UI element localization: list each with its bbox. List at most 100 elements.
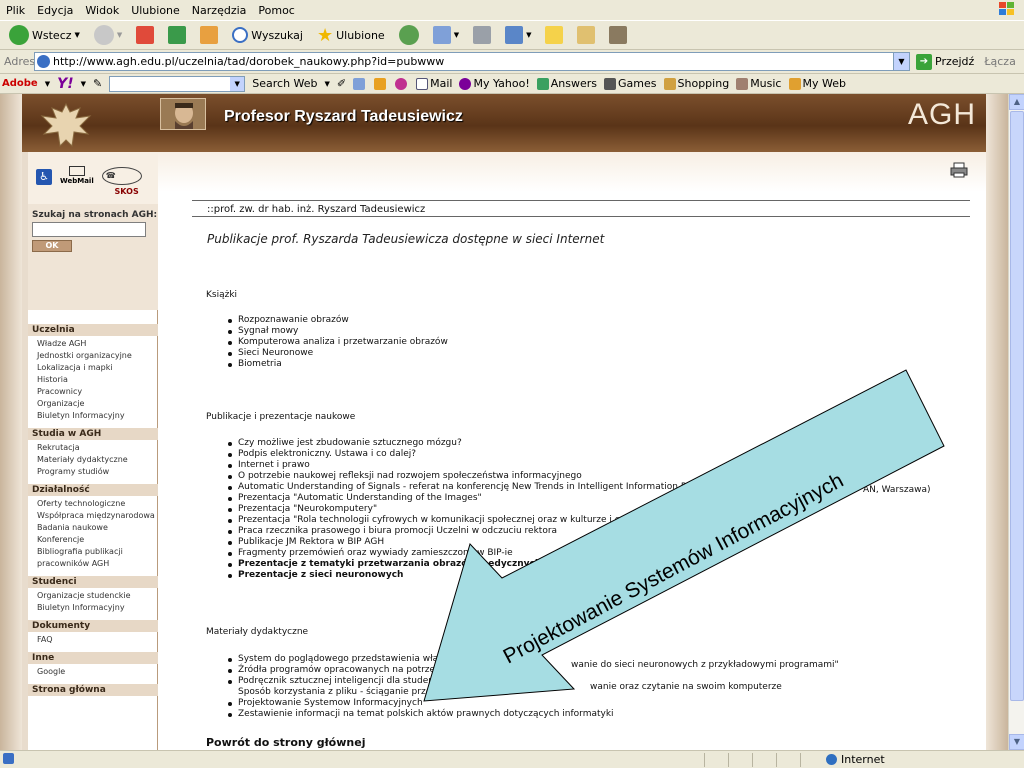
sidebar-item[interactable]: Współpraca międzynarodowa: [37, 510, 155, 522]
sidebar-item[interactable]: Materiały dydaktyczne: [37, 454, 128, 466]
search-web-button[interactable]: Search Web: [252, 77, 317, 90]
agh-logo[interactable]: AGH: [908, 98, 976, 132]
sidebar-section-heading[interactable]: Studia w AGH: [28, 428, 158, 440]
list-item[interactable]: Podręcznik sztucznej inteligencji dla st…: [228, 676, 614, 687]
list-item[interactable]: Prezentacje z sieci neuronowych: [228, 570, 706, 581]
scroll-thumb[interactable]: [1010, 111, 1024, 701]
yahoo-search-input[interactable]: ▼: [109, 75, 246, 92]
sidebar-item[interactable]: Konferencje: [37, 534, 84, 546]
list-item[interactable]: Internet i prawo: [228, 460, 706, 471]
sidebar-section-heading[interactable]: Dokumenty: [28, 620, 158, 632]
sidebar-section-heading[interactable]: Inne: [28, 652, 158, 664]
stop-button[interactable]: [133, 23, 157, 47]
eagle-emblem-icon[interactable]: [34, 100, 98, 152]
menu-pomoc[interactable]: Pomoc: [258, 4, 294, 17]
back-button[interactable]: Wstecz ▼: [6, 23, 83, 47]
vertical-scrollbar[interactable]: ▲ ▼: [1008, 94, 1024, 750]
list-item[interactable]: Projektowanie Systemow Informacyjnych: [228, 698, 614, 709]
my-web-button[interactable]: My Web: [788, 77, 846, 90]
shopping-button[interactable]: Shopping: [663, 77, 729, 90]
list-item[interactable]: O potrzebie naukowej refleksji nad rozwo…: [228, 471, 706, 482]
sidebar-item[interactable]: Władze AGH: [37, 338, 86, 350]
list-item[interactable]: Prezentacja "Rola technologii cyfrowych …: [228, 515, 706, 526]
sidebar-section-heading[interactable]: Studenci: [28, 576, 158, 588]
chevron-down-icon[interactable]: ▼: [81, 80, 86, 88]
list-item[interactable]: Prezentacja "Neurokomputery": [228, 504, 706, 515]
sidebar-section-heading[interactable]: Uczelnia: [28, 324, 158, 336]
chevron-down-icon[interactable]: ▼: [45, 80, 50, 88]
sidebar-section-heading[interactable]: Działalność: [28, 484, 158, 496]
go-button[interactable]: ➔ Przejdź: [916, 53, 974, 70]
home-button[interactable]: [197, 23, 221, 47]
list-item[interactable]: Czy możliwe jest zbudowanie sztucznego m…: [228, 438, 706, 449]
chevron-down-icon[interactable]: ▼: [893, 53, 909, 70]
print-button[interactable]: [470, 23, 494, 47]
sidebar-item[interactable]: Google: [37, 666, 65, 678]
sidebar-item[interactable]: Organizacje studenckie: [37, 590, 131, 602]
list-item[interactable]: Sygnał mowy: [228, 326, 448, 337]
pencil-icon[interactable]: ✎: [93, 77, 102, 90]
sidebar-item[interactable]: Oferty technologiczne: [37, 498, 125, 510]
list-item[interactable]: Komputerowa analiza i przetwarzanie obra…: [228, 337, 448, 348]
sidebar-item[interactable]: FAQ: [37, 634, 53, 646]
list-item[interactable]: Sieci Neuronowe: [228, 348, 448, 359]
list-item[interactable]: Prezentacja "Automatic Understanding of …: [228, 493, 706, 504]
menu-narzedzia[interactable]: Narzędzia: [192, 4, 247, 17]
mail-button[interactable]: ▼: [430, 23, 462, 47]
sidebar-item[interactable]: Jednostki organizacyjne: [37, 350, 132, 362]
list-item[interactable]: Publikacje JM Rektora w BIP AGH: [228, 537, 706, 548]
sidebar-item[interactable]: Badania naukowe: [37, 522, 108, 534]
answers-button[interactable]: Answers: [536, 77, 597, 90]
search-ok-button[interactable]: OK: [32, 240, 72, 252]
links-toolbar[interactable]: Łącza: [984, 55, 1016, 68]
edit-button[interactable]: ▼: [502, 23, 534, 47]
messenger-button[interactable]: [606, 23, 630, 47]
sidebar-item[interactable]: Biuletyn Informacyjny: [37, 410, 125, 422]
menu-edycja[interactable]: Edycja: [37, 4, 73, 17]
highlight-icon[interactable]: ✐: [337, 77, 346, 90]
sidebar-item[interactable]: Organizacje: [37, 398, 84, 410]
list-item[interactable]: Źródła programów opracowanych na potrzeb…: [228, 665, 614, 676]
forward-button[interactable]: ▼: [91, 23, 125, 47]
list-item[interactable]: Sposób korzystania z pliku - ściąganie p…: [228, 687, 614, 698]
discuss-button[interactable]: [542, 23, 566, 47]
yahoo-logo[interactable]: Y!: [57, 76, 74, 92]
search-button[interactable]: Wyszukaj: [229, 23, 306, 47]
list-item[interactable]: Biometria: [228, 359, 448, 370]
games-button[interactable]: Games: [604, 77, 657, 90]
list-item[interactable]: System do poglądowego przedstawienia wła…: [228, 654, 614, 665]
address-input[interactable]: http://www.agh.edu.pl/uczelnia/tad/dorob…: [34, 52, 910, 71]
list-item[interactable]: Fragmenty przemówień oraz wywiady zamies…: [228, 548, 706, 559]
menu-plik[interactable]: Plik: [6, 4, 25, 17]
chevron-down-icon[interactable]: ▼: [325, 80, 330, 88]
refresh-button[interactable]: [165, 23, 189, 47]
favorites-button[interactable]: ★ Ulubione: [314, 23, 388, 47]
webmail-link[interactable]: WebMail: [60, 166, 94, 185]
chevron-down-icon[interactable]: ▼: [230, 76, 245, 91]
sidebar-item[interactable]: Bibliografia publikacji: [37, 546, 123, 558]
sidebar-item[interactable]: Lokalizacja i mapki: [37, 362, 113, 374]
list-item[interactable]: Prezentacje z tematyki przetwarzania obr…: [228, 559, 706, 570]
music-button[interactable]: Music: [736, 77, 782, 90]
my-yahoo-button[interactable]: My Yahoo!: [459, 77, 530, 90]
list-item[interactable]: Zestawienie informacji na temat polskich…: [228, 709, 614, 720]
bookmark-icon[interactable]: [353, 77, 366, 90]
sidebar-item[interactable]: Historia: [37, 374, 68, 386]
list-item[interactable]: Praca rzecznika prasowego i biura promoc…: [228, 526, 706, 537]
research-button[interactable]: [574, 23, 598, 47]
sidebar-item[interactable]: Biuletyn Informacyjny: [37, 602, 125, 614]
adobe-button[interactable]: Adobe: [2, 78, 38, 89]
sidebar-section-heading[interactable]: Strona główna: [28, 684, 158, 696]
menu-ulubione[interactable]: Ulubione: [131, 4, 180, 17]
yahoo-mail-button[interactable]: Mail: [416, 77, 452, 90]
scroll-down-button[interactable]: ▼: [1009, 734, 1024, 750]
list-item[interactable]: Automatic Understanding of Signals - ref…: [228, 482, 706, 493]
sidebar-item[interactable]: Rekrutacja: [37, 442, 80, 454]
popup-blocker-icon[interactable]: [395, 77, 408, 90]
history-button[interactable]: [396, 23, 422, 47]
accessibility-icon[interactable]: ♿: [36, 169, 52, 185]
antispy-icon[interactable]: [374, 77, 387, 90]
back-to-home-link[interactable]: Powrót do strony głównej: [206, 736, 365, 749]
sidebar-item[interactable]: Programy studiów: [37, 466, 109, 478]
site-search-input[interactable]: [32, 222, 146, 237]
